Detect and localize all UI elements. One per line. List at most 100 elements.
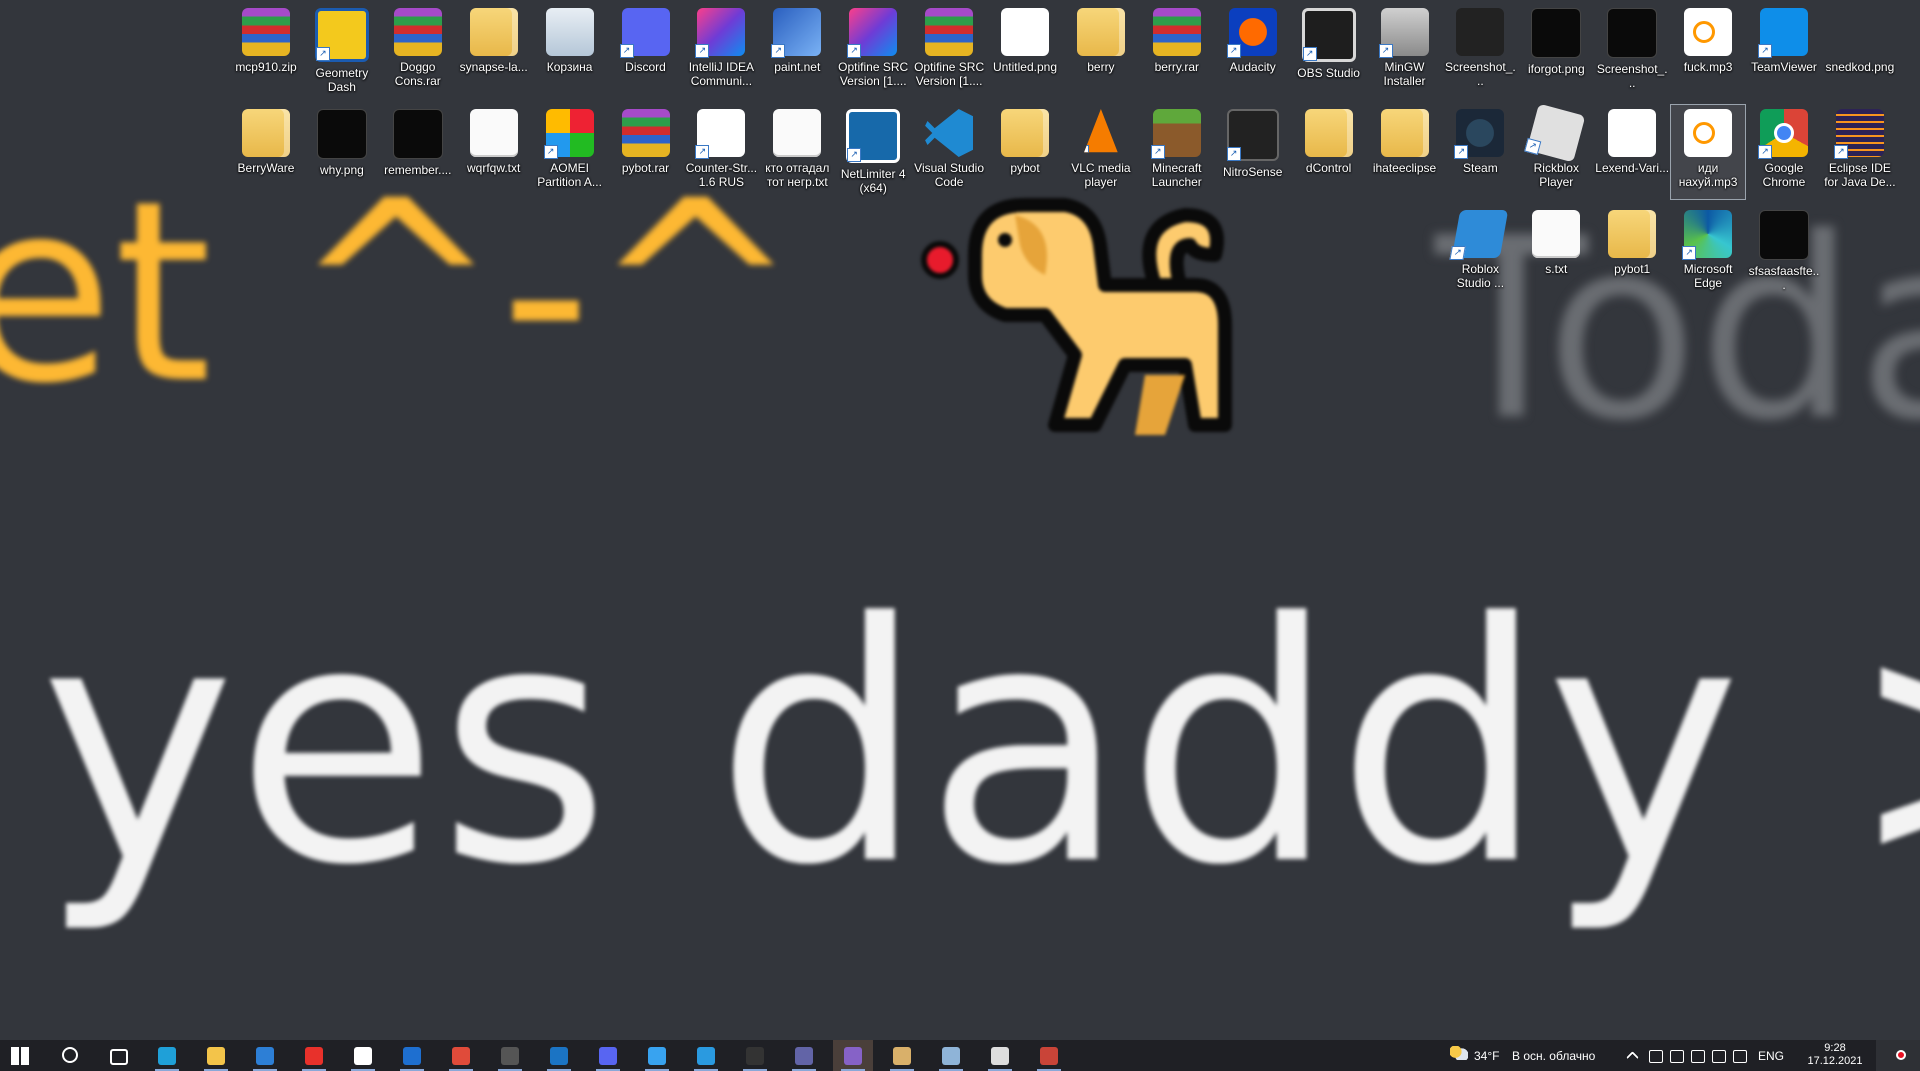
desktop-icon[interactable]: ↗ Google Chrome: [1747, 105, 1821, 199]
display-icon[interactable]: [1691, 1050, 1705, 1063]
taskbar-button[interactable]: [588, 1040, 628, 1071]
desktop-icon[interactable]: why.png: [305, 105, 379, 199]
weather-description[interactable]: В осн. облачно: [1512, 1049, 1595, 1063]
desktop-icon[interactable]: ↗ Minecraft Launcher: [1140, 105, 1214, 199]
desktop-icon[interactable]: ↗ Counter-Str... 1.6 RUS: [684, 105, 758, 199]
taskbar-button[interactable]: [931, 1040, 971, 1071]
counter-strike-icon: ↗: [695, 109, 746, 159]
desktop-icon[interactable]: ↗ Microsoft Edge: [1671, 206, 1745, 300]
desktop-icon-area: mcp910.zip ↗ Geometry Dash Doggo Cons.rar sy…: [0, 0, 1920, 300]
taskbar-button[interactable]: [49, 1040, 89, 1071]
taskbar-button[interactable]: [98, 1040, 138, 1071]
notepad-icon: [942, 1047, 960, 1065]
desktop-icon[interactable]: s.txt: [1519, 206, 1593, 300]
desktop-icon[interactable]: pybot: [988, 105, 1062, 199]
taskbar-button[interactable]: [147, 1040, 187, 1071]
desktop-icon[interactable]: ihateeclipse: [1368, 105, 1442, 199]
desktop-icon-label: Untitled.png: [992, 60, 1058, 74]
desktop-icon[interactable]: ↗ NetLimiter 4 (x64): [836, 105, 910, 199]
taskbar-button[interactable]: [1029, 1040, 1069, 1071]
font-file-icon: [1608, 109, 1657, 157]
clock[interactable]: 9:28 17.12.2021: [1798, 1042, 1872, 1068]
desktop-icon[interactable]: ↗ Roblox Studio ...: [1443, 206, 1517, 300]
taskbar-button[interactable]: [539, 1040, 579, 1071]
desktop-icon[interactable]: berry.rar: [1140, 4, 1214, 98]
desktop-icon[interactable]: ↗ MinGW Installer: [1368, 4, 1442, 98]
text-file-icon: [773, 109, 822, 157]
desktop-icon[interactable]: ↗ Discord: [609, 4, 683, 98]
volume-icon[interactable]: [1649, 1050, 1663, 1063]
desktop-icon[interactable]: ↗ Steam: [1443, 105, 1517, 199]
desktop-icon[interactable]: Untitled.png: [988, 4, 1062, 98]
desktop-icon[interactable]: ↗ IntelliJ IDEA Communi...: [684, 4, 758, 98]
teamviewer-icon: ↗: [1758, 8, 1808, 58]
steam-icon: ↗: [1454, 109, 1505, 159]
desktop-icon[interactable]: ↗ Visual Studio Code: [912, 105, 986, 199]
desktop-icon[interactable]: ↗ Audacity: [1216, 4, 1290, 98]
desktop-icon[interactable]: pybot1: [1595, 206, 1669, 300]
taskbar-button[interactable]: [441, 1040, 481, 1071]
taskbar-button[interactable]: [735, 1040, 775, 1071]
taskbar-button[interactable]: [784, 1040, 824, 1071]
desktop-icon[interactable]: ↗ VLC media player: [1064, 105, 1138, 199]
desktop-icon[interactable]: pybot.rar: [609, 105, 683, 199]
desktop-icon-label: Steam: [1463, 161, 1498, 175]
network-icon[interactable]: [1733, 1050, 1747, 1063]
taskbar-button[interactable]: [833, 1040, 873, 1071]
desktop-icon[interactable]: ↗ AOMEI Partition A...: [533, 105, 607, 199]
desktop-icon[interactable]: berry: [1064, 4, 1138, 98]
desktop-icon[interactable]: ↗ NitroSense: [1216, 105, 1290, 199]
taskbar-button[interactable]: [343, 1040, 383, 1071]
desktop-icon[interactable]: ↗ Eclipse IDE for Java De...: [1823, 105, 1897, 199]
notification-center-button[interactable]: [1876, 1040, 1920, 1071]
desktop-icon[interactable]: ↗ TeamViewer: [1747, 4, 1821, 98]
taskbar-button[interactable]: [637, 1040, 677, 1071]
taskbar-button[interactable]: [0, 1040, 40, 1071]
weather-cloudy-icon[interactable]: [1450, 1046, 1468, 1060]
desktop-icon[interactable]: mcp910.zip: [229, 4, 303, 98]
desktop-icon[interactable]: snedkod.png: [1823, 4, 1897, 98]
taskbar-button[interactable]: [980, 1040, 1020, 1071]
language-indicator[interactable]: ENG: [1758, 1049, 1784, 1063]
aomei-partition-icon: ↗: [543, 109, 594, 159]
taskbar-button[interactable]: [196, 1040, 236, 1071]
taskbar-button[interactable]: [245, 1040, 285, 1071]
desktop-icon[interactable]: Screenshot_...: [1595, 4, 1669, 98]
desktop-icon[interactable]: iforgot.png: [1519, 4, 1593, 98]
desktop-icon[interactable]: wqrfqw.txt: [457, 105, 531, 199]
terminal-icon: [746, 1047, 764, 1065]
desktop-icon[interactable]: Doggo Cons.rar: [381, 4, 455, 98]
taskbar-button[interactable]: [294, 1040, 334, 1071]
desktop-icon[interactable]: ↗ OBS Studio: [1292, 4, 1366, 98]
desktop-icon[interactable]: ↗ Rickblox Player: [1519, 103, 1593, 199]
image-file-icon: [1759, 210, 1809, 260]
show-hidden-icons-icon[interactable]: [1626, 1051, 1639, 1064]
desktop-icon[interactable]: dControl: [1292, 105, 1366, 199]
desktop-icon[interactable]: ↗ Geometry Dash: [305, 4, 379, 98]
desktop-icon[interactable]: Optifine SRC Version [1....: [912, 4, 986, 98]
desktop-icon[interactable]: иди нахуй.mp3: [1670, 104, 1747, 200]
desktop-icon[interactable]: sfsasfaasfte...: [1747, 206, 1821, 300]
microphone-icon[interactable]: [1670, 1050, 1684, 1063]
desktop-icon-label: Visual Studio Code: [914, 161, 984, 189]
desktop-icon-label: berry.rar: [1154, 60, 1200, 74]
desktop-icon[interactable]: BerryWare: [229, 105, 303, 199]
desktop-icon[interactable]: synapse-la...: [457, 4, 531, 98]
desktop-icon[interactable]: Lexend-Vari...: [1595, 105, 1669, 199]
taskbar-button[interactable]: [686, 1040, 726, 1071]
desktop-icon[interactable]: ↗ Optifine SRC Version [1....: [836, 4, 910, 98]
desktop-icon[interactable]: remember....: [381, 105, 455, 199]
desktop-icon[interactable]: Screenshot_...: [1443, 4, 1517, 98]
shortcut-arrow-icon: ↗: [1758, 44, 1772, 58]
roblox-studio-icon: ↗: [1449, 210, 1509, 260]
desktop-icon[interactable]: ↗ paint.net: [760, 4, 834, 98]
desktop-icon[interactable]: кто отгадал тот негр.txt: [760, 105, 834, 199]
taskbar-button[interactable]: [490, 1040, 530, 1071]
battery-icon[interactable]: [1712, 1050, 1726, 1063]
taskbar-button[interactable]: [392, 1040, 432, 1071]
desktop-icon[interactable]: Корзина: [533, 4, 607, 98]
taskbar-button[interactable]: [882, 1040, 922, 1071]
chrome-icon: [452, 1047, 470, 1065]
weather-temperature[interactable]: 34°F: [1474, 1049, 1499, 1063]
desktop-icon[interactable]: fuck.mp3: [1671, 4, 1745, 98]
